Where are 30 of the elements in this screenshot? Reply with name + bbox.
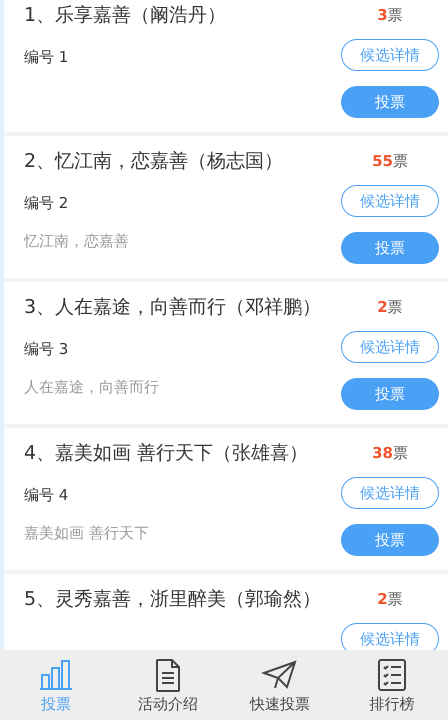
candidate-title: 1、乐享嘉善（阚浩丹） [24, 3, 228, 28]
details-button[interactable]: 候选详情 [341, 39, 439, 71]
details-button[interactable]: 候选详情 [341, 185, 439, 217]
candidate-number: 编号 3 [24, 339, 70, 360]
candidate-slogan: 人在嘉途，向善而行 [24, 377, 160, 398]
vote-count: 2票 [377, 589, 403, 610]
tab-item[interactable]: 快速投票 [224, 650, 336, 720]
candidate-number: 编号 2 [24, 193, 70, 214]
vote-button[interactable]: 投票 [341, 524, 439, 556]
candidate-slogan: 忆江南，恋嘉善 [24, 231, 130, 252]
details-button[interactable]: 候选详情 [341, 623, 439, 650]
vote-count: 55票 [372, 151, 408, 172]
vote-button[interactable]: 投票 [341, 232, 439, 264]
candidate-slogan: 嘉美如画 善行天下 [24, 523, 150, 544]
details-button[interactable]: 候选详情 [341, 331, 439, 363]
tab-item[interactable]: 活动介绍 [112, 650, 224, 720]
vote-count: 38票 [372, 443, 408, 464]
details-button[interactable]: 候选详情 [341, 477, 439, 509]
candidate-title: 3、人在嘉途，向善而行（邓祥鹏） [24, 295, 322, 320]
candidate-title: 5、灵秀嘉善，浙里醉美（郭瑜然） [24, 587, 322, 612]
candidate-number: 编号 1 [24, 47, 70, 68]
vote-count: 3票 [377, 5, 403, 26]
vote-count: 2票 [377, 297, 403, 318]
tab-item[interactable]: 投票 [0, 650, 112, 720]
candidate-title: 4、嘉美如画 善行天下（张雄喜） [24, 441, 310, 466]
vote-button[interactable]: 投票 [341, 378, 439, 410]
candidate-number: 编号 4 [24, 485, 70, 506]
vote-button[interactable]: 投票 [341, 86, 439, 118]
candidate-title: 2、忆江南，恋嘉善（杨志国） [24, 149, 284, 174]
tab-item[interactable]: 排行榜 [336, 650, 448, 720]
